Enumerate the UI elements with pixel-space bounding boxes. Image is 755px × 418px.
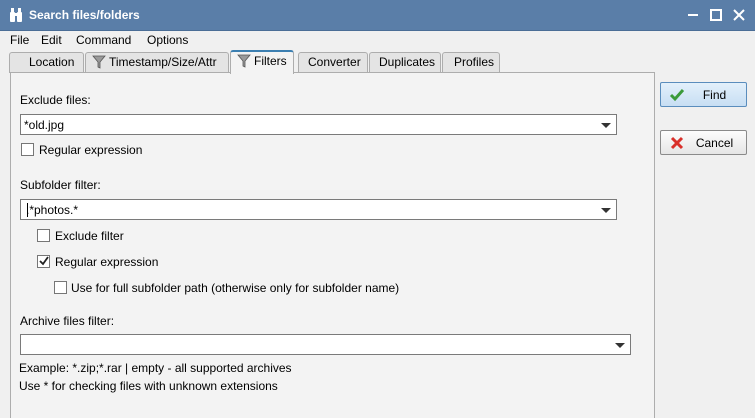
tab-profiles-label: Profiles bbox=[454, 55, 495, 69]
cancel-button[interactable]: Cancel bbox=[660, 130, 747, 155]
checkmark-icon bbox=[39, 256, 49, 266]
tab-duplicates[interactable]: Duplicates bbox=[369, 52, 441, 73]
exclude-regex-label: Regular expression bbox=[39, 143, 143, 157]
tab-location-label: Location bbox=[29, 55, 75, 69]
full-path-label: Use for full subfolder path (otherwise o… bbox=[71, 281, 400, 295]
menu-command[interactable]: Command bbox=[76, 33, 131, 47]
archive-example-text: Example: *.zip;*.rar | empty - all suppo… bbox=[19, 361, 292, 375]
tab-filters-label: Filters bbox=[254, 54, 287, 68]
subfolder-filter-value: .*photos.* bbox=[26, 203, 79, 217]
tab-converter[interactable]: Converter bbox=[298, 52, 368, 73]
menu-options[interactable]: Options bbox=[147, 33, 188, 47]
tab-timestamp[interactable]: Timestamp/Size/Attr bbox=[85, 52, 229, 73]
subfolder-regex-label: Regular expression bbox=[55, 255, 159, 269]
find-button[interactable]: Find bbox=[660, 82, 747, 107]
menu-edit[interactable]: Edit bbox=[41, 33, 62, 47]
binoculars-icon bbox=[10, 8, 22, 22]
tab-timestamp-label: Timestamp/Size/Attr bbox=[109, 55, 217, 69]
tab-location[interactable]: Location bbox=[9, 52, 84, 73]
subfolder-filter-combo[interactable]: .*photos.* bbox=[20, 199, 617, 220]
exclude-files-value: *old.jpg bbox=[24, 118, 65, 132]
tab-strip: Location Timestamp/Size/Attr Filters Con… bbox=[0, 50, 755, 74]
filter-icon bbox=[92, 55, 106, 69]
subfolder-exclude-checkbox[interactable] bbox=[37, 229, 50, 242]
title-bar: Search files/folders bbox=[0, 0, 755, 31]
text-caret bbox=[27, 203, 28, 217]
subfolder-filter-label: Subfolder filter: bbox=[20, 178, 101, 192]
subfolder-exclude-label: Exclude filter bbox=[55, 229, 124, 243]
find-button-label: Find bbox=[702, 88, 727, 102]
dropdown-arrow-icon[interactable] bbox=[615, 343, 625, 348]
exclude-files-label: Exclude files: bbox=[20, 93, 91, 107]
archive-hint-text: Use * for checking files with unknown ex… bbox=[19, 379, 278, 393]
menu-bar: File Edit Command Options bbox=[0, 31, 755, 50]
tab-profiles[interactable]: Profiles bbox=[442, 52, 500, 73]
archive-filter-label: Archive files filter: bbox=[20, 314, 115, 328]
window-title: Search files/folders bbox=[29, 8, 140, 22]
close-icon[interactable] bbox=[730, 6, 748, 24]
tab-duplicates-label: Duplicates bbox=[379, 55, 436, 69]
maximize-icon[interactable] bbox=[707, 6, 725, 24]
minimize-icon[interactable] bbox=[684, 6, 702, 24]
filter-icon bbox=[237, 54, 251, 68]
tab-filters[interactable]: Filters bbox=[230, 50, 294, 74]
archive-filter-combo[interactable] bbox=[20, 334, 631, 355]
exclude-regex-checkbox[interactable] bbox=[21, 143, 34, 156]
subfolder-regex-checkbox[interactable] bbox=[37, 255, 50, 268]
menu-file[interactable]: File bbox=[10, 33, 29, 47]
dropdown-arrow-icon[interactable] bbox=[601, 123, 611, 128]
cancel-button-label: Cancel bbox=[695, 136, 734, 150]
dropdown-arrow-icon[interactable] bbox=[601, 208, 611, 213]
exclude-files-combo[interactable]: *old.jpg bbox=[20, 114, 617, 135]
tab-converter-label: Converter bbox=[308, 55, 361, 69]
full-path-checkbox[interactable] bbox=[54, 281, 67, 294]
